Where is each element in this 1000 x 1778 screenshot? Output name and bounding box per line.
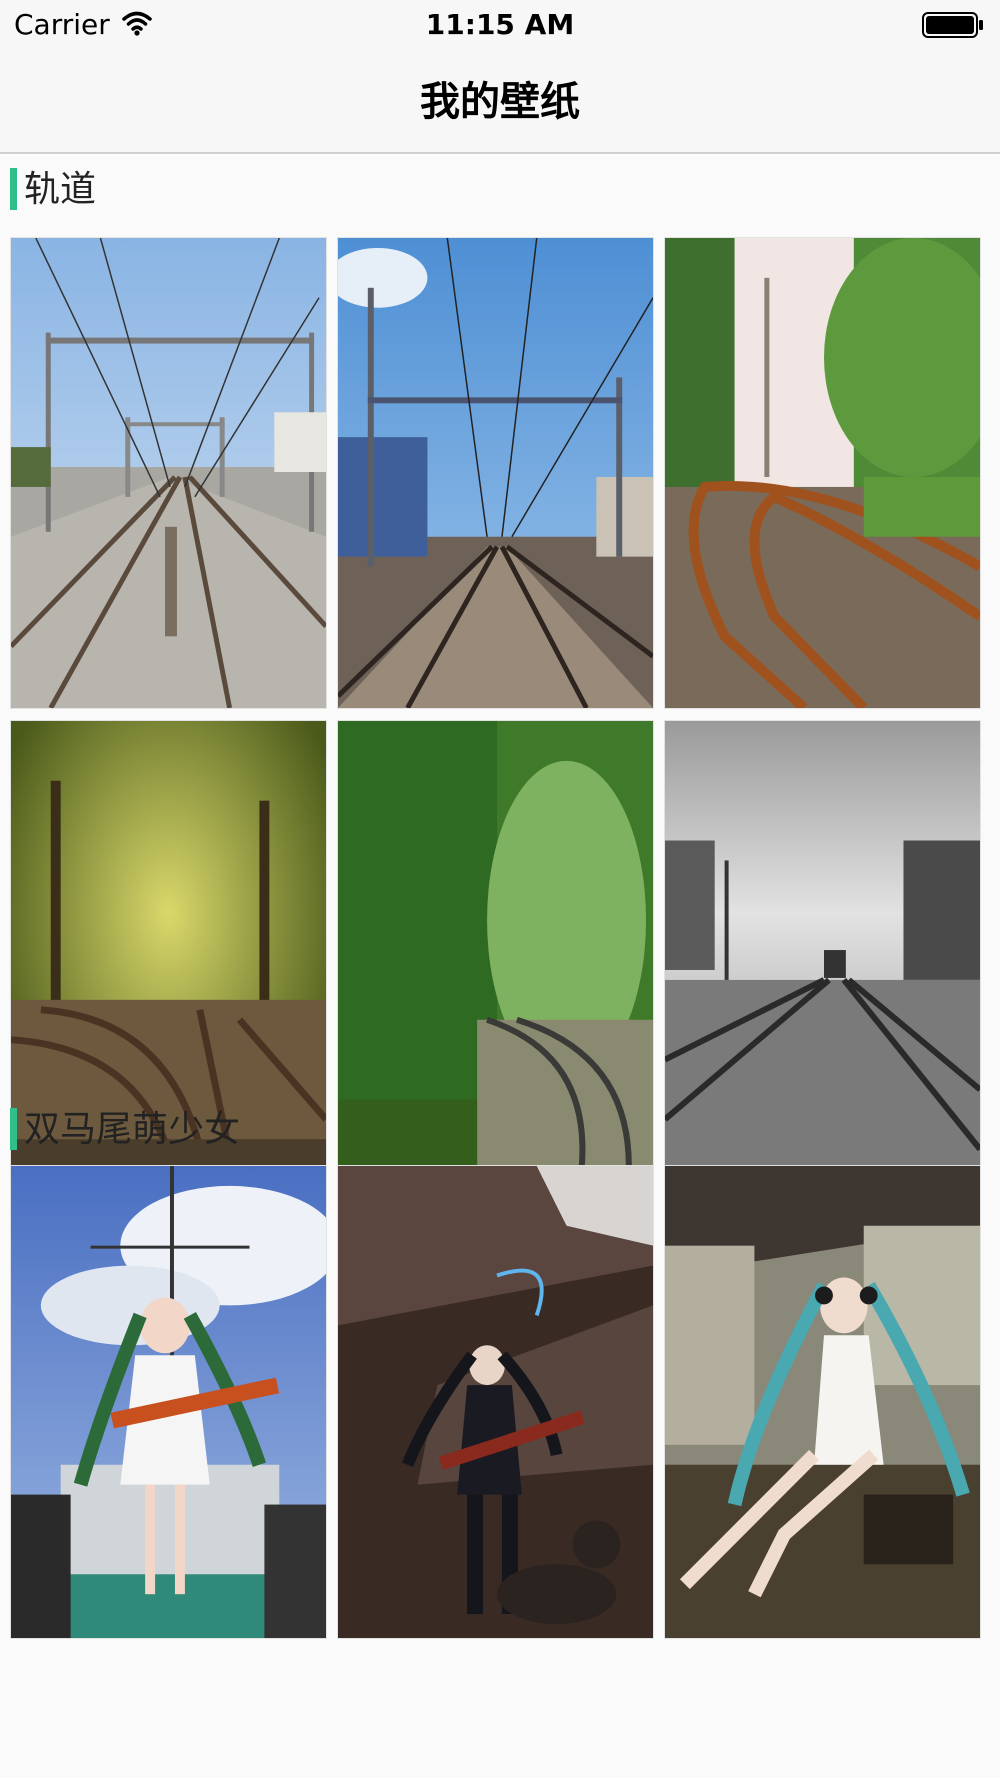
wallpaper-thumbnail-twin-tail-girl-sitting-headphones[interactable]: [664, 1165, 981, 1639]
app-screen: Carrier 11:15 AM 我的壁纸 轨道 双马尾萌少女: [0, 0, 1000, 1778]
wallpaper-grid-twin-tail-girls: [10, 1165, 990, 1778]
section-accent-bar: [10, 1108, 17, 1150]
section-title: 轨道: [24, 169, 97, 210]
section-header-railway: 轨道: [0, 156, 1000, 226]
section-header-twin-tail-girls: 双马尾萌少女: [0, 1096, 1000, 1166]
wallpaper-thumbnail-twin-tail-girl-guitar-stage[interactable]: [337, 1165, 654, 1639]
wallpaper-thumbnail-railway-city-blue-sky[interactable]: [337, 237, 654, 709]
page-title: 我的壁纸: [420, 79, 580, 125]
section-title: 双马尾萌少女: [24, 1109, 241, 1150]
wallpaper-thumbnail-railway-overhead-wires[interactable]: [10, 237, 327, 709]
status-bar: Carrier 11:15 AM: [0, 0, 1000, 50]
wallpaper-grid-railway: [10, 237, 990, 1203]
section-accent-bar: [10, 168, 17, 210]
battery-icon: [922, 12, 984, 38]
wallpaper-thumbnail-railway-curve-rusty[interactable]: [664, 237, 981, 709]
status-time: 11:15 AM: [425, 8, 575, 41]
navigation-bar: 我的壁纸: [0, 50, 1000, 154]
wallpaper-thumbnail-twin-tail-girl-guitar-clouds[interactable]: [10, 1165, 327, 1639]
wallpaper-list[interactable]: 轨道 双马尾萌少女: [0, 156, 1000, 1778]
